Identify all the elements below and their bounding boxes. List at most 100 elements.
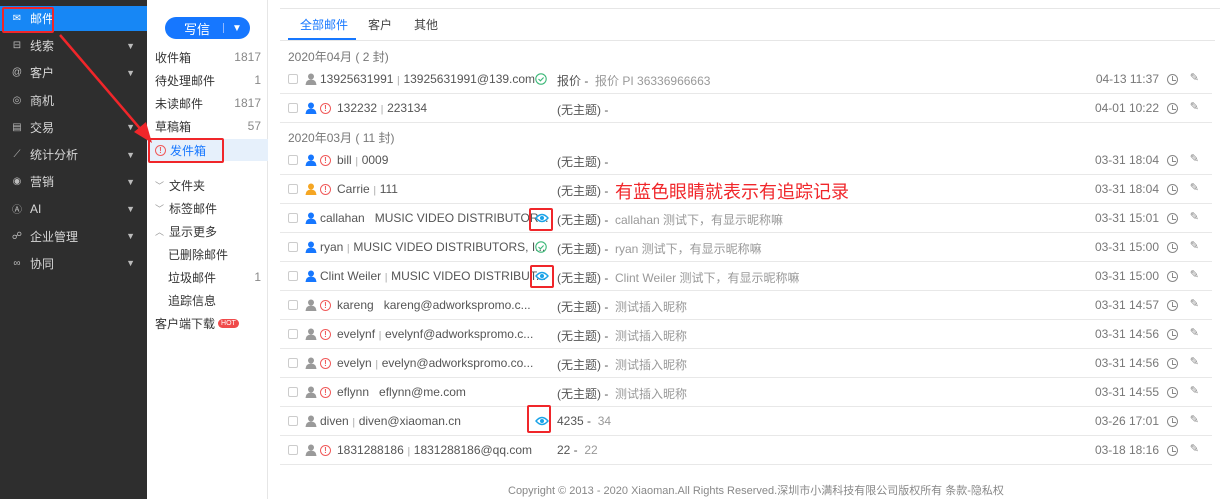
clock-icon[interactable]: [1167, 358, 1178, 369]
row-checkbox[interactable]: [288, 74, 298, 84]
folder-count: 1817: [234, 96, 261, 110]
clock-icon[interactable]: [1167, 416, 1178, 427]
clock-icon[interactable]: [1167, 74, 1178, 85]
folder-tracking[interactable]: 追踪信息: [147, 289, 268, 311]
mail-subject[interactable]: 22 - 22: [557, 443, 598, 457]
mail-subject[interactable]: 报价 - 报价 PI 36336966663: [557, 72, 710, 89]
row-checkbox[interactable]: [288, 103, 298, 113]
row-checkbox[interactable]: [288, 242, 298, 252]
client-download-link[interactable]: 客户端下载 HOT: [147, 312, 268, 334]
pin-icon[interactable]: ✎: [1190, 413, 1199, 426]
mail-time: 03-31 18:04: [1094, 182, 1159, 196]
row-checkbox[interactable]: [288, 358, 298, 368]
contact-person-icon: [305, 73, 317, 85]
mail-subject[interactable]: (无主题) - ryan 测试下，有显示昵称嘛: [557, 240, 762, 257]
folder-label: 文件夹: [169, 178, 206, 193]
pin-icon[interactable]: ✎: [1190, 355, 1199, 368]
row-checkbox[interactable]: [288, 271, 298, 281]
mail-subject[interactable]: 4235 - 34: [557, 414, 611, 428]
clock-icon[interactable]: [1167, 300, 1178, 311]
tab-customer[interactable]: 客户: [368, 16, 392, 33]
subject-text: 22 -: [557, 443, 578, 457]
clock-icon[interactable]: [1167, 213, 1178, 224]
mail-row[interactable]: ryan ꞁ MUSIC VIDEO DISTRIBUTORS, I... (无主…: [280, 233, 1212, 262]
mail-subject[interactable]: (无主题) - 测试插入昵称: [557, 327, 687, 344]
sender-name[interactable]: evelyn ꞁ evelyn@adworkspromo.co...: [337, 356, 533, 370]
clock-icon[interactable]: [1167, 445, 1178, 456]
mail-row[interactable]: ! evelyn ꞁ evelyn@adworkspromo.co... (无主题)…: [280, 349, 1212, 378]
clock-icon[interactable]: [1167, 184, 1178, 195]
mail-subject[interactable]: (无主题) -: [557, 182, 608, 199]
pin-icon[interactable]: ✎: [1190, 239, 1199, 252]
row-checkbox[interactable]: [288, 329, 298, 339]
mail-subject[interactable]: (无主题) - 测试插入昵称: [557, 298, 687, 315]
row-checkbox[interactable]: [288, 213, 298, 223]
pin-icon[interactable]: ✎: [1190, 210, 1199, 223]
mail-row[interactable]: diven ꞁ diven@xiaoman.cn 4235 - 34 03-26 1…: [280, 407, 1212, 436]
nav-item-8[interactable]: ☍ 企业管理 ▼: [0, 224, 147, 249]
tab-all[interactable]: 全部邮件: [300, 16, 348, 33]
nav-item-6[interactable]: ◉ 营销 ▼: [0, 169, 147, 194]
mail-row[interactable]: ! 1831288186 ꞁ 1831288186@qq.com 22 - 22 03…: [280, 436, 1212, 465]
mail-subject[interactable]: (无主题) - callahan 测试下，有显示昵称嘛: [557, 211, 783, 228]
nav-item-9[interactable]: ∞ 协同 ▼: [0, 251, 147, 276]
clock-icon[interactable]: [1167, 329, 1178, 340]
clock-icon[interactable]: [1167, 103, 1178, 114]
sender-name[interactable]: evelynf ꞁ evelynf@adworkspromo.c...: [337, 327, 533, 341]
mail-row[interactable]: Clint Weiler ꞁ MUSIC VIDEO DISTRIBUT... (…: [280, 262, 1212, 291]
row-checkbox[interactable]: [288, 387, 298, 397]
mail-row[interactable]: ! kareng kareng@adworkspromo.c... (无主题) - …: [280, 291, 1212, 320]
clock-icon[interactable]: [1167, 387, 1178, 398]
pin-icon[interactable]: ✎: [1190, 442, 1199, 455]
annotation-box: [529, 208, 553, 231]
pin-icon[interactable]: ✎: [1190, 100, 1199, 113]
sender-name[interactable]: bill ꞁ 0009: [337, 153, 388, 167]
row-checkbox[interactable]: [288, 445, 298, 455]
sender-name[interactable]: kareng kareng@adworkspromo.c...: [337, 298, 531, 312]
mail-row[interactable]: ! eflynn eflynn@me.com (无主题) - 测试插入昵称 03-31…: [280, 378, 1212, 407]
pin-icon[interactable]: ✎: [1190, 71, 1199, 84]
row-checkbox[interactable]: [288, 416, 298, 426]
pin-icon[interactable]: ✎: [1190, 152, 1199, 165]
mail-subject[interactable]: (无主题) - Clint Weiler 测试下，有显示昵称嘛: [557, 269, 799, 286]
folder-group-folders[interactable]: ﹀ 文件夹: [147, 174, 268, 196]
clock-icon[interactable]: [1167, 155, 1178, 166]
clock-icon[interactable]: [1167, 242, 1178, 253]
row-checkbox[interactable]: [288, 300, 298, 310]
clock-icon[interactable]: [1167, 271, 1178, 282]
sender-name[interactable]: callahan MUSIC VIDEO DISTRIBUTOR...: [320, 211, 549, 225]
tab-other[interactable]: 其他: [414, 16, 438, 33]
pin-icon[interactable]: ✎: [1190, 297, 1199, 310]
mail-subject[interactable]: (无主题) -: [557, 101, 608, 118]
mail-row[interactable]: ! bill ꞁ 0009 (无主题) - 03-31 18:04 ✎: [280, 146, 1212, 175]
sender-name[interactable]: Clint Weiler ꞁ MUSIC VIDEO DISTRIBUT...: [320, 269, 546, 283]
chevron-down-icon[interactable]: ▼: [224, 23, 250, 34]
pin-icon[interactable]: ✎: [1190, 181, 1199, 194]
sender-name[interactable]: eflynn eflynn@me.com: [337, 385, 466, 399]
folder-deleted[interactable]: 已删除邮件: [147, 243, 268, 265]
sender-name[interactable]: Carrie ꞁ 111: [337, 182, 398, 196]
pin-icon[interactable]: ✎: [1190, 268, 1199, 281]
sender-name[interactable]: ryan ꞁ MUSIC VIDEO DISTRIBUTORS, I...: [320, 240, 545, 254]
sender-name[interactable]: 1831288186 ꞁ 1831288186@qq.com: [337, 443, 532, 457]
folder-spam[interactable]: 垃圾邮件 1: [147, 266, 268, 288]
mail-row[interactable]: ! evelynf ꞁ evelynf@adworkspromo.c... (无主题…: [280, 320, 1212, 349]
sender-name[interactable]: 13925631991 ꞁ 13925631991@139.com: [320, 72, 535, 86]
mail-subject[interactable]: (无主题) -: [557, 153, 608, 170]
folder-group-more[interactable]: ︿ 显示更多: [147, 220, 268, 242]
row-checkbox[interactable]: [288, 155, 298, 165]
mail-row[interactable]: ! 132232 ꞁ 223134 (无主题) - 04-01 10:22 ✎: [280, 94, 1212, 123]
mail-subject[interactable]: (无主题) - 测试插入昵称: [557, 356, 687, 373]
sender-name[interactable]: diven ꞁ diven@xiaoman.cn: [320, 414, 461, 428]
row-checkbox[interactable]: [288, 184, 298, 194]
mail-subject[interactable]: (无主题) - 测试插入昵称: [557, 385, 687, 402]
nav-item-7[interactable]: Ⓐ AI ▼: [0, 196, 147, 221]
mail-row[interactable]: 13925631991 ꞁ 13925631991@139.com 报价 - 报价…: [280, 65, 1212, 94]
folder-group-tagged[interactable]: ﹀ 标签邮件: [147, 197, 268, 219]
pin-icon[interactable]: ✎: [1190, 384, 1199, 397]
pin-icon[interactable]: ✎: [1190, 326, 1199, 339]
mail-row[interactable]: callahan MUSIC VIDEO DISTRIBUTOR... (无主题)…: [280, 204, 1212, 233]
sender-name[interactable]: 132232 ꞁ 223134: [337, 101, 427, 115]
